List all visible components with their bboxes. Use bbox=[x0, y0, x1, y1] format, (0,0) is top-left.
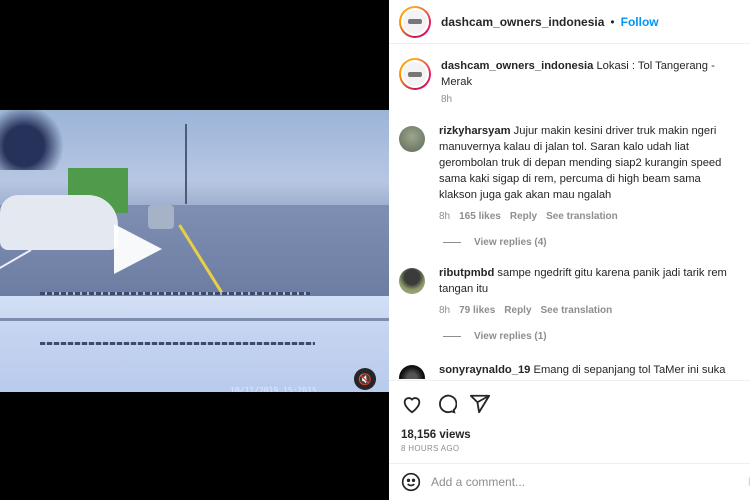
video-streetlight bbox=[185, 124, 187, 204]
heart-icon[interactable] bbox=[401, 393, 423, 415]
comment-input[interactable] bbox=[431, 475, 711, 489]
caption-time: 8h bbox=[441, 94, 453, 105]
media-area: 🔇 10/11/2019 15:2015 bbox=[0, 0, 389, 500]
caption-username[interactable]: dashcam_owners_indonesia bbox=[441, 60, 593, 72]
comment-item: rizkyharsyam Jujur makin kesini driver t… bbox=[399, 105, 740, 248]
video-vent-lower bbox=[40, 342, 315, 345]
comment-icon[interactable] bbox=[435, 393, 457, 415]
view-replies-label: View replies (1) bbox=[474, 331, 547, 342]
video-trees bbox=[0, 110, 80, 170]
comment-likes[interactable]: 79 likes bbox=[459, 305, 495, 316]
commenter-avatar[interactable] bbox=[399, 126, 425, 152]
see-translation-button[interactable]: See translation bbox=[546, 211, 618, 222]
video-vent bbox=[40, 292, 310, 295]
view-replies-button[interactable]: View replies (4) bbox=[443, 237, 740, 248]
dashcam-logo-icon bbox=[408, 71, 422, 77]
post-header: dashcam_owners_indonesia • Follow bbox=[389, 0, 750, 44]
see-translation-button[interactable]: See translation bbox=[541, 305, 613, 316]
follow-button[interactable]: Follow bbox=[621, 15, 659, 29]
smiley-icon[interactable] bbox=[401, 472, 421, 492]
caption-avatar[interactable] bbox=[399, 58, 431, 90]
view-replies-button[interactable]: View replies (1) bbox=[443, 331, 740, 342]
replies-line bbox=[443, 242, 461, 243]
comment-username[interactable]: sonyraynaldo_19 bbox=[439, 364, 530, 376]
reply-button[interactable]: Reply bbox=[510, 211, 537, 222]
reply-button[interactable]: Reply bbox=[504, 305, 531, 316]
post-time: 8 HOURS AGO bbox=[401, 444, 460, 453]
speaker-muted-icon[interactable]: 🔇 bbox=[354, 368, 376, 390]
dashcam-logo-icon bbox=[408, 19, 422, 24]
comment-username[interactable]: ributpmbd bbox=[439, 267, 494, 279]
author-avatar[interactable] bbox=[399, 5, 431, 38]
post-panel: dashcam_owners_indonesia • Follow dashca… bbox=[389, 0, 750, 500]
author-username[interactable]: dashcam_owners_indonesia bbox=[441, 15, 604, 29]
video-car bbox=[0, 195, 118, 250]
comment-time: 8h bbox=[439, 305, 451, 316]
post-actions: 18,156 views 8 HOURS AGO bbox=[389, 380, 750, 453]
commenter-avatar[interactable] bbox=[399, 365, 425, 379]
video-timestamp: 10/11/2019 15:2015 bbox=[230, 386, 317, 392]
view-replies-label: View replies (4) bbox=[474, 237, 547, 248]
comment-likes[interactable]: 165 likes bbox=[459, 211, 501, 222]
post-caption: dashcam_owners_indonesia Lokasi : Tol Ta… bbox=[399, 44, 740, 105]
comment-time: 8h bbox=[439, 211, 451, 222]
comment-item: ributpmbd sampe ngedrift gitu karena pan… bbox=[399, 248, 740, 342]
comment-item: sonyraynaldo_19 Emang di sepanjang tol T… bbox=[399, 342, 740, 379]
replies-line bbox=[443, 336, 461, 337]
video-hood-line bbox=[0, 318, 389, 321]
separator-dot: • bbox=[610, 14, 615, 29]
comment-username[interactable]: rizkyharsyam bbox=[439, 125, 511, 137]
views-count[interactable]: 18,156 views bbox=[401, 429, 738, 441]
video-player[interactable]: 🔇 10/11/2019 15:2015 bbox=[0, 110, 389, 392]
commenter-avatar[interactable] bbox=[399, 268, 425, 294]
comments-list[interactable]: dashcam_owners_indonesia Lokasi : Tol Ta… bbox=[389, 44, 750, 379]
play-icon[interactable] bbox=[114, 224, 162, 274]
add-comment-bar: P bbox=[389, 463, 750, 500]
share-icon[interactable] bbox=[469, 393, 491, 415]
